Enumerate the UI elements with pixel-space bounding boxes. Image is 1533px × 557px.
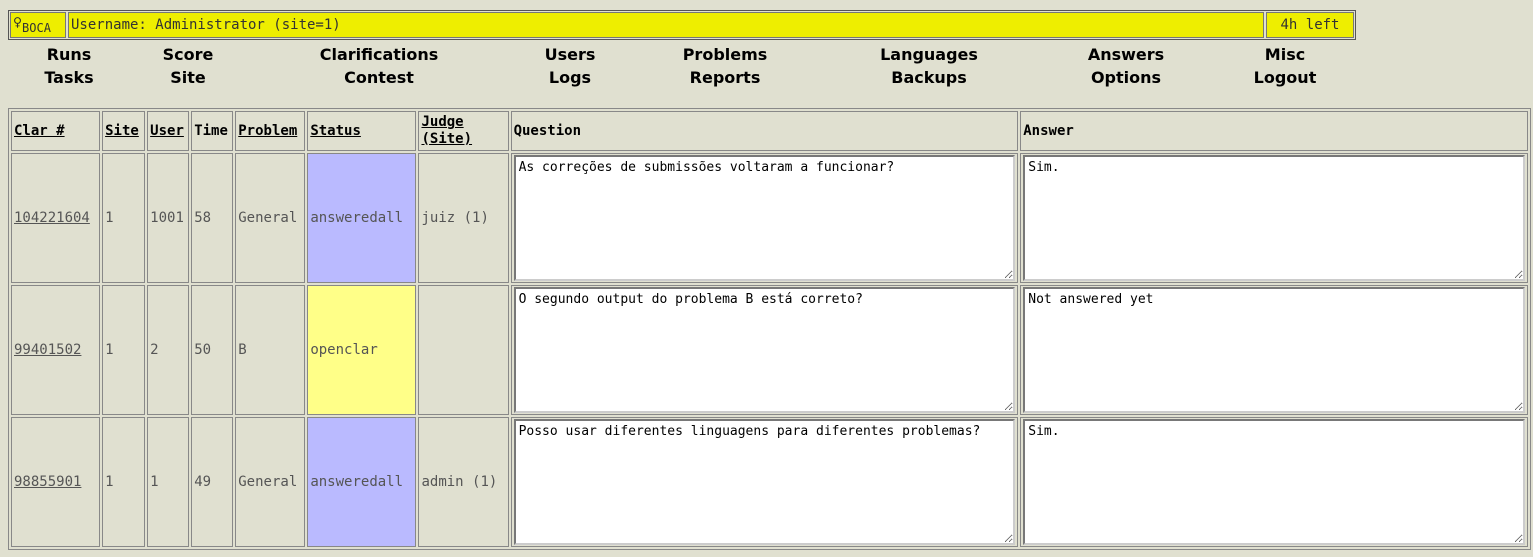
problem-cell: General — [235, 153, 306, 283]
username-label: Username: Administrator (site=1) — [68, 12, 1264, 38]
table-row: 98855901 1 1 49 General answeredall admi… — [11, 417, 1528, 547]
menu-languages[interactable]: Languages — [880, 45, 978, 64]
menu-misc[interactable]: Misc — [1265, 45, 1305, 64]
answer-cell: Sim. — [1020, 153, 1528, 283]
col-header-user[interactable]: User — [147, 111, 190, 151]
answer-cell: Not answered yet — [1020, 285, 1528, 415]
col-header-status[interactable]: Status — [307, 111, 417, 151]
menu-runs[interactable]: Runs — [47, 45, 92, 64]
time-cell: 49 — [191, 417, 234, 547]
answer-textarea[interactable]: Not answered yet — [1023, 287, 1525, 413]
menu-answers[interactable]: Answers — [1088, 45, 1164, 64]
user-cell: 2 — [147, 285, 190, 415]
menu-site[interactable]: Site — [170, 68, 206, 87]
menu-score[interactable]: Score — [163, 45, 214, 64]
menu-contest[interactable]: Contest — [344, 68, 414, 87]
user-cell: 1 — [147, 417, 190, 547]
clarifications-table: Clar # Site User Time Problem Status Jud… — [8, 108, 1531, 550]
judge-cell — [418, 285, 509, 415]
site-cell: 1 — [102, 285, 146, 415]
question-textarea[interactable]: Posso usar diferentes linguagens para di… — [513, 419, 1016, 545]
col-header-clar[interactable]: Clar # — [11, 111, 101, 151]
question-textarea[interactable]: As correções de submissões voltaram a fu… — [513, 155, 1016, 281]
answer-cell: Sim. — [1020, 417, 1528, 547]
col-header-problem[interactable]: Problem — [235, 111, 306, 151]
table-row: 99401502 1 2 50 B openclar O segundo out… — [11, 285, 1528, 415]
question-cell: O segundo output do problema B está corr… — [510, 285, 1019, 415]
clar-number[interactable]: 98855901 — [11, 417, 101, 547]
col-header-site[interactable]: Site — [102, 111, 146, 151]
header-bar: ♀BOCA Username: Administrator (site=1) 4… — [8, 10, 1356, 40]
table-row: 104221604 1 1001 58 General answeredall … — [11, 153, 1528, 283]
clar-number[interactable]: 104221604 — [11, 153, 101, 283]
table-header-row: Clar # Site User Time Problem Status Jud… — [11, 111, 1528, 151]
question-cell: As correções de submissões voltaram a fu… — [510, 153, 1019, 283]
status-cell: answeredall — [307, 417, 417, 547]
boca-logo: ♀BOCA — [10, 12, 66, 38]
user-cell: 1001 — [147, 153, 190, 283]
col-header-time: Time — [191, 111, 234, 151]
menu-clarifications[interactable]: Clarifications — [320, 45, 439, 64]
time-left-label: 4h left — [1266, 12, 1354, 38]
site-cell: 1 — [102, 153, 146, 283]
menu-reports[interactable]: Reports — [690, 68, 761, 87]
menu-options[interactable]: Options — [1091, 68, 1161, 87]
col-header-judge[interactable]: Judge (Site) — [418, 111, 509, 151]
menu-problems[interactable]: Problems — [683, 45, 768, 64]
site-cell: 1 — [102, 417, 146, 547]
menu-users[interactable]: Users — [545, 45, 596, 64]
question-textarea[interactable]: O segundo output do problema B está corr… — [513, 287, 1016, 413]
menu-tasks[interactable]: Tasks — [44, 68, 93, 87]
clar-number[interactable]: 99401502 — [11, 285, 101, 415]
question-cell: Posso usar diferentes linguagens para di… — [510, 417, 1019, 547]
time-cell: 58 — [191, 153, 234, 283]
answer-textarea[interactable]: Sim. — [1023, 419, 1525, 545]
problem-cell: B — [235, 285, 306, 415]
menu-logs[interactable]: Logs — [549, 68, 591, 87]
menu-logout[interactable]: Logout — [1254, 68, 1317, 87]
judge-cell: admin (1) — [418, 417, 509, 547]
lightbulb-icon: ♀ — [13, 13, 23, 31]
col-header-question: Question — [510, 111, 1019, 151]
menu-backups[interactable]: Backups — [891, 68, 966, 87]
status-cell: openclar — [307, 285, 417, 415]
answer-textarea[interactable]: Sim. — [1023, 155, 1525, 281]
judge-cell: juiz (1) — [418, 153, 509, 283]
time-cell: 50 — [191, 285, 234, 415]
problem-cell: General — [235, 417, 306, 547]
col-header-answer: Answer — [1020, 111, 1528, 151]
status-cell: answeredall — [307, 153, 417, 283]
